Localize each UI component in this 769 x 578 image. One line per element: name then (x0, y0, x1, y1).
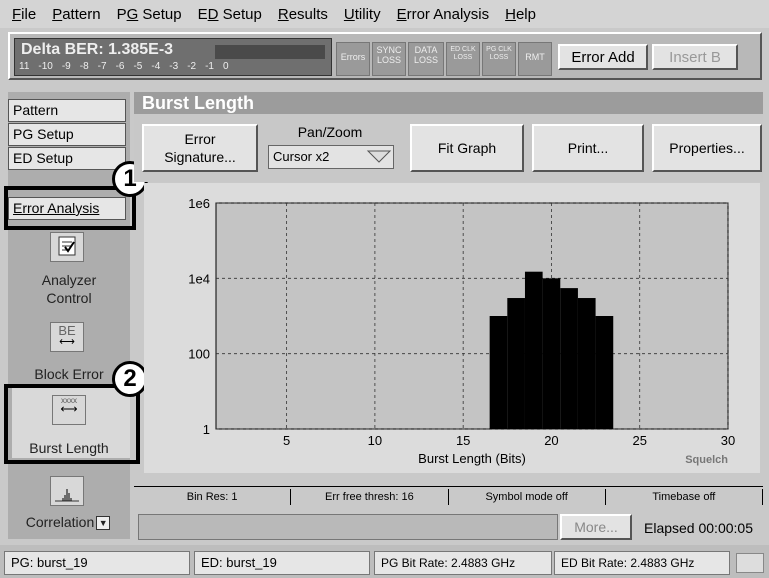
delta-ber-title: Delta BER: 1.385E-3 (21, 41, 174, 58)
ber-level-bar (215, 45, 325, 59)
menu-ed-setup[interactable]: ED Setup (190, 6, 270, 23)
pg-bit-rate: PG Bit Rate: 2.4883 GHz (374, 551, 552, 575)
menu-results[interactable]: Results (270, 6, 336, 23)
x-tick-label: 5 (283, 433, 290, 448)
histogram-bar (542, 278, 561, 429)
elapsed-time: Elapsed 00:00:05 (644, 520, 753, 536)
errors-indicator: Errors (336, 42, 370, 76)
menu-error-analysis[interactable]: Error Analysis (389, 6, 498, 23)
plot-panel: 5 10 15 20 25 30 1 100 1e4 1e6 Burst Length (Bits)… (144, 183, 760, 473)
keyboard-icon[interactable] (736, 553, 764, 573)
chevron-down-icon[interactable] (366, 148, 392, 167)
histogram-bar (507, 298, 525, 429)
fit-graph-button[interactable]: Fit Graph (410, 124, 524, 172)
histogram-bar (577, 298, 596, 429)
histogram-bar (524, 271, 543, 429)
menu-file[interactable]: File (4, 6, 44, 23)
x-tick-label: 20 (544, 433, 558, 448)
analyzer-control-icon[interactable] (50, 232, 84, 262)
x-axis-label: Burst Length (Bits) (418, 451, 526, 466)
burst-length-chart: 5 10 15 20 25 30 1 100 1e4 1e6 Burst Length (Bits)… (188, 196, 735, 466)
y-tick-label: 100 (188, 347, 210, 362)
squelch-annotation: Squelch (685, 454, 728, 466)
y-tick-label: 1e6 (188, 196, 210, 211)
x-tick-label: 10 (368, 433, 382, 448)
histogram-bar (489, 316, 508, 429)
x-tick-label: 15 (456, 433, 470, 448)
sync-loss-indicator: SYNC LOSS (372, 42, 406, 76)
menu-help[interactable]: Help (497, 6, 544, 23)
histogram-bar (560, 288, 578, 429)
menu-pg-setup[interactable]: PG Setup (109, 6, 190, 23)
y-tick-label: 1e4 (188, 271, 210, 286)
callout-2: 2 (112, 361, 148, 397)
ed-bit-rate: ED Bit Rate: 2.4883 GHz (554, 551, 730, 575)
panel-title: Burst Length (134, 92, 763, 114)
plot-area (215, 202, 729, 430)
insert-button[interactable]: Insert B (652, 44, 738, 70)
block-error-icon[interactable]: BE ⟷ (50, 322, 84, 352)
more-button[interactable]: More... (560, 514, 632, 540)
y-tick-label: 1 (203, 422, 210, 437)
tab-ed-setup[interactable]: ED Setup (8, 147, 126, 170)
highlight-box-2 (4, 384, 140, 464)
panzoom-label: Pan/Zoom (297, 124, 363, 140)
menu-utility[interactable]: Utility (336, 6, 389, 23)
x-tick-label: 30 (721, 433, 735, 448)
data-loss-indicator: DATA LOSS (408, 42, 444, 76)
correlation-icon[interactable] (50, 476, 84, 506)
analyzer-control-label: Analyzer Control (41, 272, 97, 306)
tab-pattern[interactable]: Pattern (8, 99, 126, 122)
error-signature-button[interactable]: Error Signature... (142, 124, 258, 172)
top-status-bar: Delta BER: 1.385E-3 11 -10 -9 -8 -7 -6 -5 -4 -3-… (8, 32, 762, 80)
status-row: Bin Res: 1 Err free thresh: 16 Symbol mo… (134, 486, 763, 506)
symbol-mode-status: Symbol mode off (449, 488, 606, 505)
ber-scale: 11 -10 -9 -8 -7 -6 -5 -4 -3 -2 -1 0 (19, 61, 229, 72)
message-bar (138, 514, 558, 540)
menu-pattern[interactable]: Pattern (44, 6, 108, 23)
histogram-bar (595, 316, 614, 429)
bin-res-status: Bin Res: 1 (134, 488, 292, 505)
rmt-indicator: RMT (518, 42, 552, 76)
menu-bar: File Pattern PG Setup ED Setup Results U… (0, 0, 769, 28)
error-add-button[interactable]: Error Add (558, 44, 648, 70)
ed-clk-loss-indicator: ED CLK LOSS (446, 42, 480, 76)
pg-clk-loss-indicator: PG CLK LOSS (482, 42, 516, 76)
x-tick-label: 25 (632, 433, 646, 448)
tab-pg-setup[interactable]: PG Setup (8, 123, 126, 146)
correlation-label[interactable]: Correlation ▼ (8, 514, 128, 531)
highlight-box-1 (4, 186, 136, 230)
print-button[interactable]: Print... (532, 124, 644, 172)
err-free-thresh-status: Err free thresh: 16 (291, 488, 449, 505)
correlation-dropdown-icon[interactable]: ▼ (96, 516, 111, 531)
pg-pattern: PG: burst_19 (4, 551, 190, 575)
properties-button[interactable]: Properties... (652, 124, 762, 172)
delta-ber-display: Delta BER: 1.385E-3 11 -10 -9 -8 -7 -6 -5 -4 -3-… (14, 38, 332, 76)
ed-pattern: ED: burst_19 (194, 551, 370, 575)
timebase-status: Timebase off (606, 488, 763, 505)
